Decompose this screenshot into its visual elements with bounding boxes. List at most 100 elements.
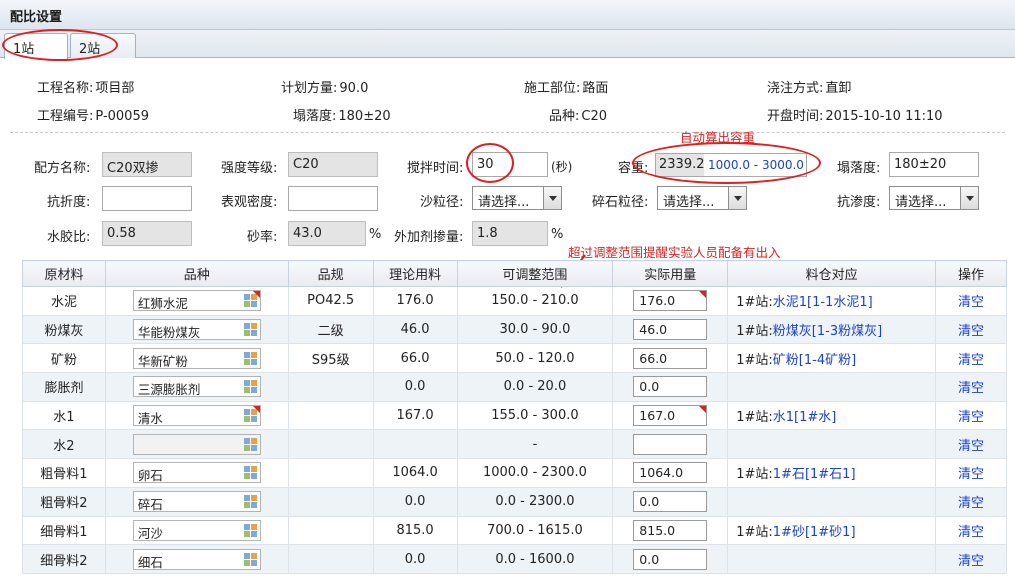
strength-field: C20	[288, 152, 378, 177]
gravel-size-select[interactable]: 请选择...	[657, 186, 747, 210]
actual-amount-input[interactable]: 0.0	[633, 376, 708, 398]
actual-amount-input[interactable]: 46.0	[633, 319, 708, 341]
spec	[287, 458, 374, 488]
red-flag-icon	[252, 291, 260, 299]
actual-amount-input[interactable]: 0.0	[633, 491, 708, 513]
water-binder-label: 水胶比:	[47, 230, 91, 245]
mix-time-label: 搅拌时间:	[407, 161, 464, 176]
theory-amount: 46.0	[372, 314, 458, 345]
project-variety: C20	[581, 109, 608, 124]
grid-picker-icon[interactable]	[243, 437, 257, 451]
chevron-down-icon[interactable]	[728, 187, 746, 209]
seepage-label: 抗渗度:	[837, 195, 881, 210]
clear-link[interactable]: 清空	[958, 324, 984, 339]
project-code: P-00059	[95, 109, 149, 124]
col-variety: 品种	[104, 260, 289, 287]
clear-link[interactable]: 清空	[958, 353, 984, 368]
variety-picker[interactable]: 华新矿粉	[132, 347, 261, 369]
variety-picker[interactable]	[132, 433, 261, 455]
annotation-range-alert: 超过调整范围提醒实验人员配备有出入	[568, 245, 781, 260]
variety-value: 碎石	[137, 497, 163, 513]
open-time-row: 开盘时间: 2015-10-10 11:10	[767, 109, 943, 124]
grid-picker-icon[interactable]	[243, 380, 257, 394]
strength-label: 强度等级:	[221, 161, 278, 176]
table-row: 细骨料2 细石 0.0 0.0 - 1600.0 0.0 清空	[22, 544, 1007, 574]
clear-link[interactable]: 清空	[958, 496, 984, 511]
col-actual: 实际用量	[612, 260, 729, 287]
material-name: 细骨料2	[22, 544, 106, 574]
clear-link[interactable]: 清空	[958, 410, 984, 425]
adjust-range: 150.0 - 210.0	[456, 286, 614, 316]
clear-link[interactable]: 清空	[958, 554, 984, 569]
variety-value: 卵石	[137, 468, 163, 484]
actual-amount-input[interactable]: 176.0	[633, 290, 708, 312]
variety-picker[interactable]: 红狮水泥	[132, 290, 261, 312]
pour-method-row: 浇注方式: 直卸	[767, 81, 852, 96]
adjust-range: -	[456, 429, 614, 460]
col-material: 原材料	[22, 260, 106, 287]
clear-link[interactable]: 清空	[958, 295, 984, 310]
theory-amount: 0.0	[372, 372, 458, 402]
material-name: 水1	[22, 400, 106, 431]
material-name: 矿粉	[22, 343, 106, 374]
annotation-circle-mix-time	[466, 143, 514, 183]
clear-link[interactable]: 清空	[958, 467, 984, 482]
density-input[interactable]	[288, 186, 378, 211]
density-label: 表观密度:	[221, 195, 278, 210]
bin-mapping	[727, 486, 937, 517]
grid-picker-icon[interactable]	[243, 323, 257, 337]
actual-amount-input[interactable]: 1064.0	[633, 462, 708, 484]
material-name: 粗骨料1	[22, 458, 106, 488]
theory-amount: 167.0	[372, 400, 458, 431]
clear-link[interactable]: 清空	[958, 439, 984, 454]
clear-link[interactable]: 清空	[958, 381, 984, 396]
clear-link[interactable]: 清空	[958, 525, 984, 540]
variety-picker[interactable]: 卵石	[132, 462, 261, 484]
fold-input[interactable]	[102, 186, 192, 211]
grid-picker-icon[interactable]	[243, 351, 257, 365]
recipe-label: 配方名称:	[34, 161, 91, 176]
variety-picker[interactable]: 清水	[132, 405, 261, 427]
variety-picker[interactable]: 河沙	[132, 519, 261, 541]
table-row: 矿粉 华新矿粉 S95级 66.0 50.0 - 120.0 66.0 1#站:矿粉[1-4…	[22, 343, 1007, 374]
col-theory: 理论用料	[372, 260, 458, 287]
chevron-down-icon[interactable]	[543, 187, 561, 209]
adjust-range: 0.0 - 1600.0	[456, 544, 614, 574]
bin-mapping	[727, 372, 937, 402]
col-spec: 品规	[287, 260, 374, 287]
variety-value: 细石	[137, 554, 163, 570]
theory-amount: 176.0	[372, 286, 458, 316]
admixture-unit: %	[551, 227, 564, 242]
slump-input[interactable]: 180±20	[889, 152, 979, 177]
chevron-down-icon[interactable]	[960, 187, 978, 209]
table-row: 水泥 红狮水泥 PO42.5 176.0 150.0 - 210.0 176.0 1#站:水…	[22, 286, 1007, 316]
actual-amount-input[interactable]: 167.0	[633, 405, 708, 427]
variety-value: 河沙	[137, 525, 163, 541]
grid-picker-icon[interactable]	[243, 495, 257, 509]
grid-picker-icon[interactable]	[243, 466, 257, 480]
variety-picker[interactable]: 华能粉煤灰	[132, 319, 261, 341]
spec: PO42.5	[287, 286, 374, 316]
actual-amount-input[interactable]: 0.0	[633, 548, 708, 570]
grid-picker-icon[interactable]	[243, 552, 257, 566]
project-name: 项目部	[95, 81, 135, 96]
seepage-select[interactable]: 请选择...	[889, 186, 979, 210]
construction-part-row: 施工部位: 路面	[524, 81, 609, 96]
table-row: 膨胀剂 三源膨胀剂 0.0 0.0 - 20.0 0.0 清空	[22, 372, 1007, 402]
sand-rate-unit: %	[369, 227, 382, 242]
table-row: 水1 清水 167.0 155.0 - 300.0 167.0 1#站:水1[1#水] 清空	[22, 400, 1007, 431]
variety-picker[interactable]: 三源膨胀剂	[132, 376, 261, 398]
col-bin: 料仓对应	[727, 260, 937, 287]
actual-amount-input[interactable]	[633, 433, 708, 455]
variety-value: 红狮水泥	[137, 296, 188, 312]
admixture-label: 外加剂掺量:	[394, 230, 464, 245]
material-name: 粗骨料2	[22, 486, 106, 517]
variety-picker[interactable]: 细石	[132, 548, 261, 570]
grid-picker-icon[interactable]	[243, 523, 257, 537]
adjust-range: 0.0 - 20.0	[456, 372, 614, 402]
variety-picker[interactable]: 碎石	[132, 491, 261, 513]
bin-mapping: 1#站:水1[1#水]	[727, 400, 937, 431]
actual-amount-input[interactable]: 66.0	[633, 347, 708, 369]
actual-amount-input[interactable]: 815.0	[633, 519, 708, 541]
sand-size-select[interactable]: 请选择...	[472, 186, 562, 210]
